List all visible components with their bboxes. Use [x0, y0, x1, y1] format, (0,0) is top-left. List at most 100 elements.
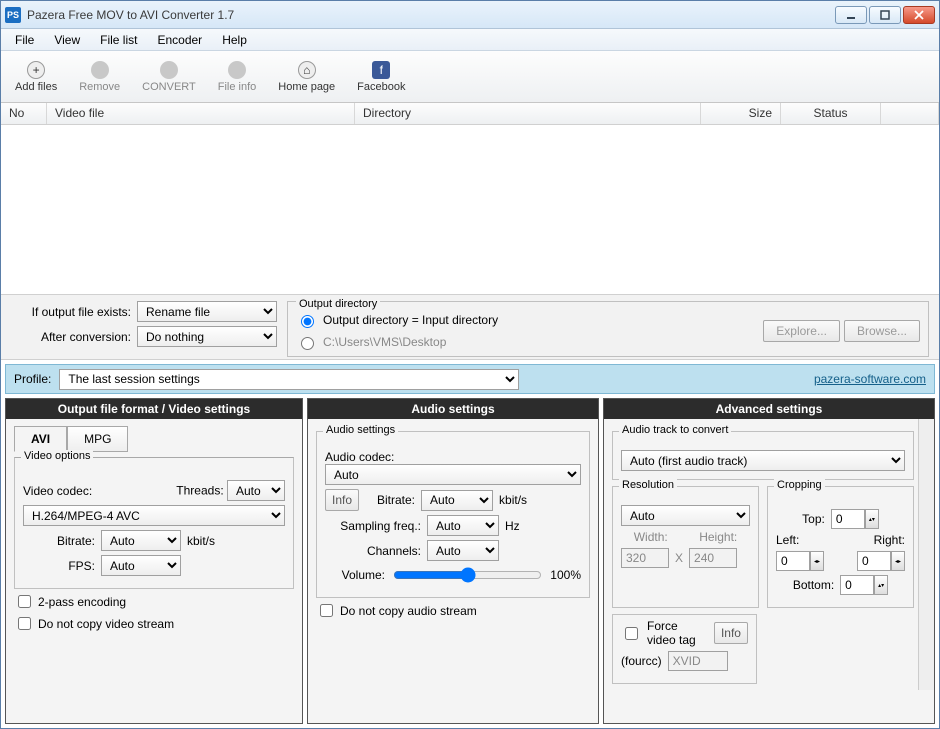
menu-file[interactable]: File [7, 31, 42, 49]
file-list-body[interactable] [1, 125, 939, 295]
minimize-button[interactable] [835, 6, 867, 24]
res-select[interactable]: Auto [621, 505, 750, 526]
outdir-legend: Output directory [296, 298, 380, 310]
outdir-same-radio[interactable] [301, 315, 314, 328]
outdir-path: C:\Users\VMS\Desktop [323, 335, 446, 349]
menu-filelist[interactable]: File list [92, 31, 145, 49]
outdir-same-label: Output directory = Input directory [323, 313, 498, 327]
col-dir[interactable]: Directory [355, 103, 701, 124]
output-directory-group: Output directory Output directory = Inpu… [287, 301, 929, 357]
video-panel: Output file format / Video settings AVI … [5, 398, 303, 724]
audio-panel: Audio settings Audio settings Audio code… [307, 398, 599, 724]
after-label: After conversion: [11, 330, 131, 344]
spin-icon[interactable]: ◂▸ [891, 551, 905, 571]
threads-select[interactable]: Auto [227, 480, 285, 501]
force-tag-checkbox[interactable] [625, 627, 638, 640]
profile-bar: Profile: The last session settings pazer… [5, 364, 935, 394]
settings-panels: Output file format / Video settings AVI … [1, 398, 939, 728]
samp-label: Sampling freq.: [325, 519, 421, 533]
height-input [689, 548, 737, 568]
outdir-custom-radio[interactable] [301, 337, 314, 350]
nocopy-audio-label: Do not copy audio stream [340, 604, 477, 618]
window-title: Pazera Free MOV to AVI Converter 1.7 [27, 8, 835, 22]
crop-top-input[interactable] [831, 509, 865, 529]
advanced-panel-head: Advanced settings [604, 399, 934, 419]
menu-help[interactable]: Help [214, 31, 255, 49]
video-codec-select[interactable]: H.264/MPEG-4 AVC [23, 505, 285, 526]
tab-mpg[interactable]: MPG [67, 426, 128, 452]
website-link[interactable]: pazera-software.com [814, 372, 926, 386]
facebook-icon: f [372, 61, 390, 79]
col-size[interactable]: Size [701, 103, 781, 124]
browse-button[interactable]: Browse... [844, 320, 920, 342]
app-window: PS Pazera Free MOV to AVI Converter 1.7 … [0, 0, 940, 729]
crop-bottom-input[interactable] [840, 575, 874, 595]
spin-icon[interactable]: ▴▾ [874, 575, 888, 595]
video-options-legend: Video options [21, 450, 93, 462]
video-panel-head: Output file format / Video settings [6, 399, 302, 419]
audio-codec-select[interactable]: Auto [325, 464, 581, 485]
col-video[interactable]: Video file [47, 103, 355, 124]
app-icon: PS [5, 7, 21, 23]
dot-icon [91, 61, 109, 79]
col-status[interactable]: Status [781, 103, 881, 124]
vbitrate-label: Bitrate: [23, 534, 95, 548]
vol-label: Volume: [325, 568, 385, 582]
fps-select[interactable]: Auto [101, 555, 181, 576]
toolbar-fileinfo[interactable]: File info [210, 59, 265, 95]
toolbar-convert[interactable]: CONVERT [134, 59, 204, 95]
vol-value: 100% [550, 568, 581, 582]
toolbar-addfiles[interactable]: +Add files [7, 59, 65, 95]
audio-group-legend: Audio settings [323, 424, 398, 436]
toolbar-facebook[interactable]: fFacebook [349, 59, 413, 95]
track-legend: Audio track to convert [619, 424, 731, 436]
profile-label: Profile: [14, 372, 51, 386]
menu-view[interactable]: View [46, 31, 88, 49]
toolbar: +Add files Remove CONVERT File info ⌂Hom… [1, 51, 939, 103]
res-legend: Resolution [619, 479, 677, 491]
spin-icon[interactable]: ▴▾ [865, 509, 879, 529]
toolbar-remove[interactable]: Remove [71, 59, 128, 95]
toolbar-homepage[interactable]: ⌂Home page [270, 59, 343, 95]
home-icon: ⌂ [298, 61, 316, 79]
width-input [621, 548, 669, 568]
explore-button[interactable]: Explore... [763, 320, 840, 342]
volume-slider[interactable] [393, 567, 542, 583]
after-select[interactable]: Do nothing [137, 326, 277, 347]
col-no[interactable]: No [1, 103, 47, 124]
force-tag-label: Force video tag [647, 619, 708, 647]
nocopy-audio-checkbox[interactable] [320, 604, 333, 617]
tab-avi[interactable]: AVI [14, 426, 67, 452]
maximize-button[interactable] [869, 6, 901, 24]
chan-label: Channels: [325, 544, 421, 558]
fps-label: FPS: [23, 559, 95, 573]
twopass-checkbox[interactable] [18, 595, 31, 608]
scrollbar-vertical[interactable] [918, 419, 934, 690]
chan-select[interactable]: Auto [427, 540, 499, 561]
samp-select[interactable]: Auto [427, 515, 499, 536]
abitrate-unit: kbit/s [499, 493, 527, 507]
abitrate-label: Bitrate: [365, 493, 415, 507]
close-button[interactable] [903, 6, 935, 24]
abitrate-select[interactable]: Auto [421, 490, 493, 511]
vbitrate-unit: kbit/s [187, 534, 215, 548]
nocopy-video-label: Do not copy video stream [38, 617, 174, 631]
crop-left-input[interactable] [776, 551, 810, 571]
nocopy-video-checkbox[interactable] [18, 617, 31, 630]
file-list-header: No Video file Directory Size Status [1, 103, 939, 125]
audio-info-button[interactable]: Info [325, 489, 359, 511]
plus-icon: + [27, 61, 45, 79]
spin-icon[interactable]: ◂▸ [810, 551, 824, 571]
crop-right-input[interactable] [857, 551, 891, 571]
menu-encoder[interactable]: Encoder [149, 31, 210, 49]
exists-label: If output file exists: [11, 305, 131, 319]
samp-unit: Hz [505, 519, 520, 533]
profile-select[interactable]: The last session settings [59, 369, 519, 390]
acodec-label: Audio codec: [325, 450, 581, 464]
fourcc-info-button[interactable]: Info [714, 622, 748, 644]
track-select[interactable]: Auto (first audio track) [621, 450, 905, 471]
codec-label: Video codec: [23, 484, 92, 498]
fourcc-input [668, 651, 728, 671]
vbitrate-select[interactable]: Auto [101, 530, 181, 551]
exists-select[interactable]: Rename file [137, 301, 277, 322]
